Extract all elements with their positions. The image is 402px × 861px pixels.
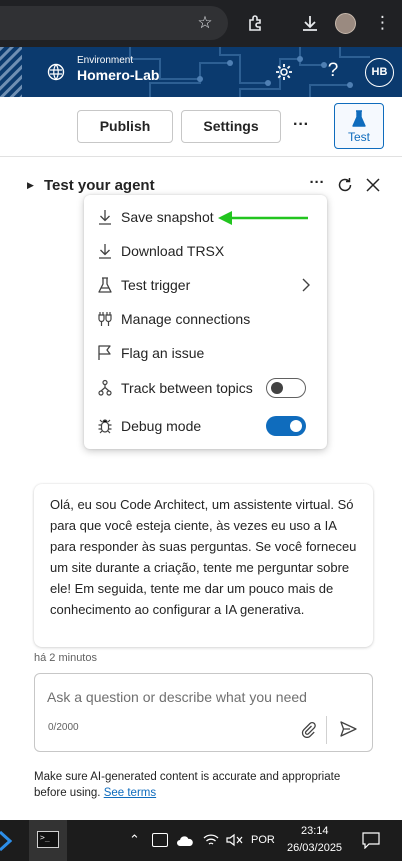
notifications-icon[interactable] xyxy=(362,832,380,850)
character-count: 0/2000 xyxy=(48,722,79,733)
address-bar[interactable] xyxy=(0,6,228,40)
attach-icon[interactable] xyxy=(299,720,317,739)
more-options-menu: Save snapshot Download TRSX Test trigger… xyxy=(84,195,327,449)
flask-icon xyxy=(98,277,112,293)
user-avatar[interactable]: HB xyxy=(365,58,394,87)
track-between-topics-toggle[interactable] xyxy=(266,378,306,398)
gear-icon[interactable] xyxy=(274,62,294,82)
panel-title: Test your agent xyxy=(44,177,155,194)
debug-mode-toggle[interactable] xyxy=(266,416,306,436)
profile-avatar[interactable] xyxy=(335,13,356,34)
menu-item-label: Test trigger xyxy=(121,277,191,293)
message-timestamp: há 2 minutos xyxy=(34,652,97,664)
vscode-icon[interactable] xyxy=(0,828,13,854)
menu-item-label: Track between topics xyxy=(121,380,253,396)
tray-app-icon[interactable] xyxy=(152,833,168,847)
environment-name[interactable]: Homero-Lab xyxy=(77,67,159,83)
speaker-muted-icon[interactable] xyxy=(226,833,244,847)
collapse-chevron-icon[interactable]: ▶ xyxy=(27,180,34,191)
more-options-button[interactable]: ··· xyxy=(289,116,313,134)
plug-icon xyxy=(98,312,112,326)
bot-message-text: Olá, eu sou Code Architect, um assistent… xyxy=(50,497,357,617)
toggle-knob xyxy=(290,420,302,432)
keyboard-language[interactable]: POR xyxy=(251,834,275,846)
test-button[interactable]: Test xyxy=(334,103,384,149)
app-header: Environment Homero-Lab ? HB xyxy=(0,47,402,97)
menu-item-label: Manage connections xyxy=(121,311,251,327)
command-bar: Publish Settings ··· Test xyxy=(0,97,402,157)
flag-icon xyxy=(98,345,111,360)
environment-icon xyxy=(46,62,66,82)
menu-item-manage-connections[interactable]: Manage connections xyxy=(84,302,327,336)
extensions-icon[interactable] xyxy=(247,14,265,32)
clock-date[interactable]: 26/03/2025 xyxy=(287,842,342,854)
menu-item-label: Flag an issue xyxy=(121,345,205,361)
tray-chevron-up-icon[interactable]: ⌃ xyxy=(129,832,140,848)
close-icon[interactable] xyxy=(365,177,381,193)
clock-time[interactable]: 23:14 xyxy=(301,825,329,837)
test-button-label: Test xyxy=(347,130,370,144)
cloud-icon[interactable] xyxy=(176,834,194,846)
download-icon[interactable] xyxy=(300,13,320,33)
star-icon[interactable]: ☆ xyxy=(195,13,215,33)
wifi-icon[interactable] xyxy=(203,833,219,847)
annotation-arrow xyxy=(218,211,308,225)
input-divider xyxy=(326,716,327,744)
chevron-right-icon xyxy=(302,278,310,292)
toggle-knob xyxy=(271,381,283,394)
help-icon[interactable]: ? xyxy=(324,60,342,82)
menu-item-download-trsx[interactable]: Download TRSX xyxy=(84,234,327,268)
download-icon xyxy=(99,210,111,225)
menu-item-flag-issue[interactable]: Flag an issue xyxy=(84,336,327,370)
refresh-icon[interactable] xyxy=(336,176,354,194)
menu-item-label: Download TRSX xyxy=(121,243,225,259)
chat-input[interactable] xyxy=(47,686,347,708)
flask-icon xyxy=(352,110,366,127)
settings-button[interactable]: Settings xyxy=(181,110,281,143)
bug-icon xyxy=(98,419,112,434)
ai-disclaimer: Make sure AI-generated content is accura… xyxy=(34,769,374,801)
track-icon xyxy=(98,379,112,396)
environment-label: Environment xyxy=(77,55,134,66)
menu-item-test-trigger[interactable]: Test trigger xyxy=(84,268,327,302)
menu-item-label: Debug mode xyxy=(121,418,202,434)
chat-input-box: 0/2000 xyxy=(34,673,373,752)
browser-toolbar: ☆ ⋮ xyxy=(0,0,402,47)
menu-item-debug-mode: Debug mode xyxy=(84,409,327,443)
menu-item-label: Save snapshot xyxy=(121,209,214,225)
more-icon[interactable]: ⋮ xyxy=(374,13,391,33)
publish-button[interactable]: Publish xyxy=(77,110,173,143)
see-terms-link[interactable]: See terms xyxy=(104,787,156,799)
menu-item-track-between-topics: Track between topics xyxy=(84,371,327,405)
terminal-icon[interactable]: >_ xyxy=(29,820,67,861)
download-icon xyxy=(99,244,111,259)
taskbar: >_ ⌃ POR 23:14 26/03/2025 xyxy=(0,820,402,861)
more-options-icon[interactable]: ··· xyxy=(307,174,327,191)
send-icon[interactable] xyxy=(338,719,358,739)
disclaimer-text: Make sure AI-generated content is accura… xyxy=(34,771,341,799)
bot-message-bubble: Olá, eu sou Code Architect, um assistent… xyxy=(34,484,373,647)
